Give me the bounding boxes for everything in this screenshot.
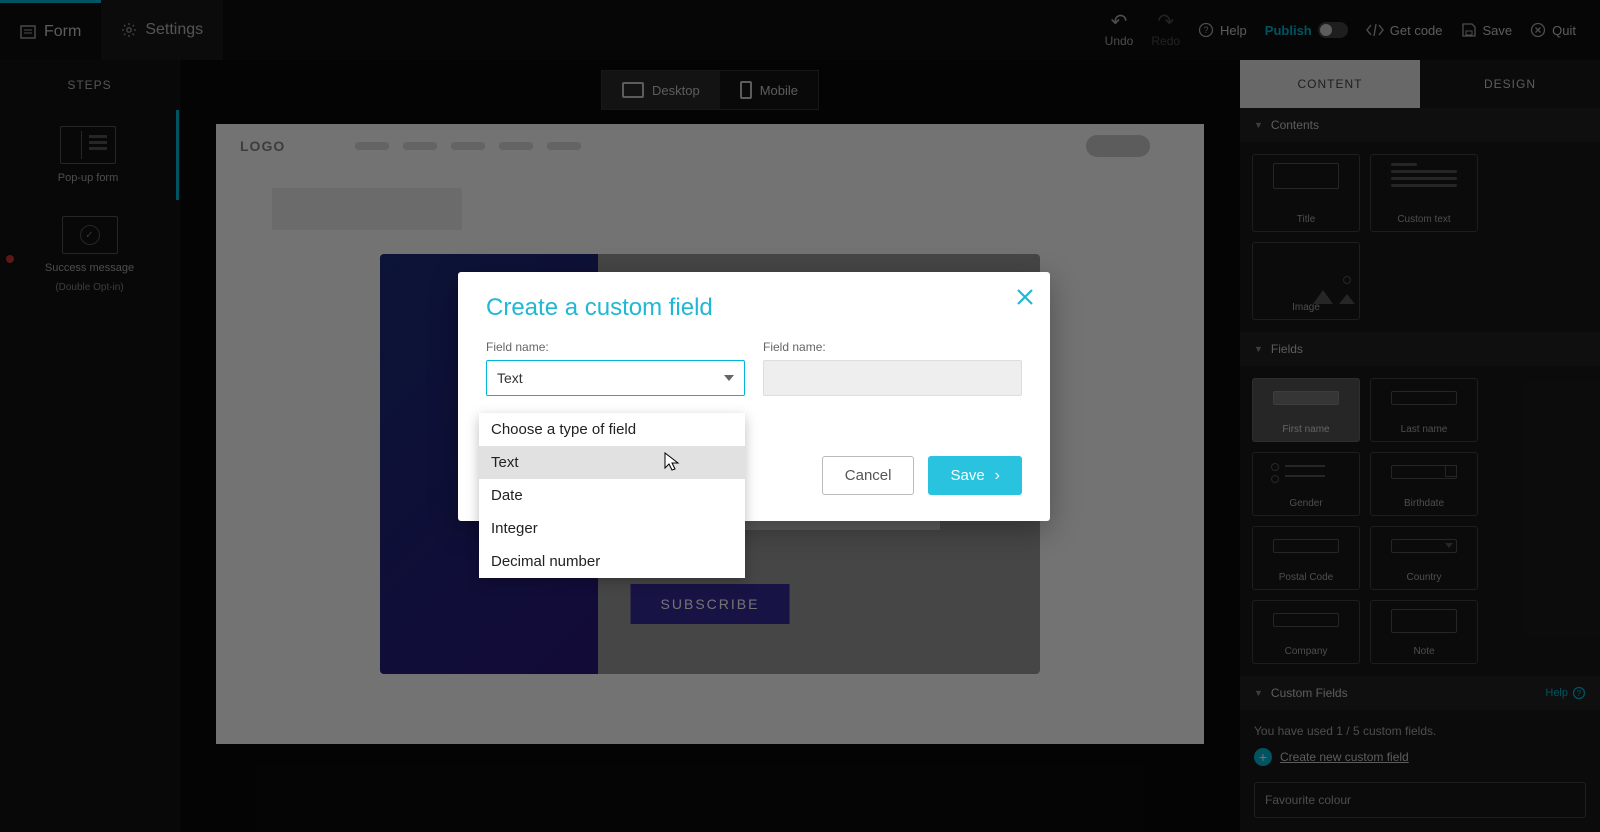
save-label: Save	[950, 467, 984, 484]
option-label: Date	[491, 487, 523, 504]
dropdown-option[interactable]: Date	[479, 479, 745, 512]
select-value: Text	[497, 370, 523, 386]
cancel-button[interactable]: Cancel	[822, 456, 915, 495]
option-label: Text	[491, 454, 519, 471]
modal-title: Create a custom field	[486, 294, 1022, 322]
option-label: Integer	[491, 520, 538, 537]
chevron-down-icon	[724, 375, 734, 381]
save-button[interactable]: Save ›	[928, 456, 1022, 495]
cancel-label: Cancel	[845, 467, 892, 484]
close-icon	[1014, 286, 1036, 308]
field-name-label: Field name:	[763, 340, 1022, 354]
dropdown-option[interactable]: Text	[479, 446, 745, 479]
dropdown-option[interactable]: Decimal number	[479, 545, 745, 578]
option-label: Decimal number	[491, 553, 600, 570]
dropdown-option[interactable]: Integer	[479, 512, 745, 545]
dropdown-option[interactable]: Choose a type of field	[479, 413, 745, 446]
field-type-label: Field name:	[486, 340, 745, 354]
option-label: Choose a type of field	[491, 421, 636, 438]
field-type-select[interactable]: Text	[486, 360, 745, 396]
field-type-dropdown: Choose a type of field Text Date Integer…	[479, 413, 745, 578]
modal-close-button[interactable]	[1014, 286, 1036, 308]
field-name-input[interactable]	[763, 360, 1022, 396]
chevron-right-icon: ›	[995, 467, 1000, 485]
